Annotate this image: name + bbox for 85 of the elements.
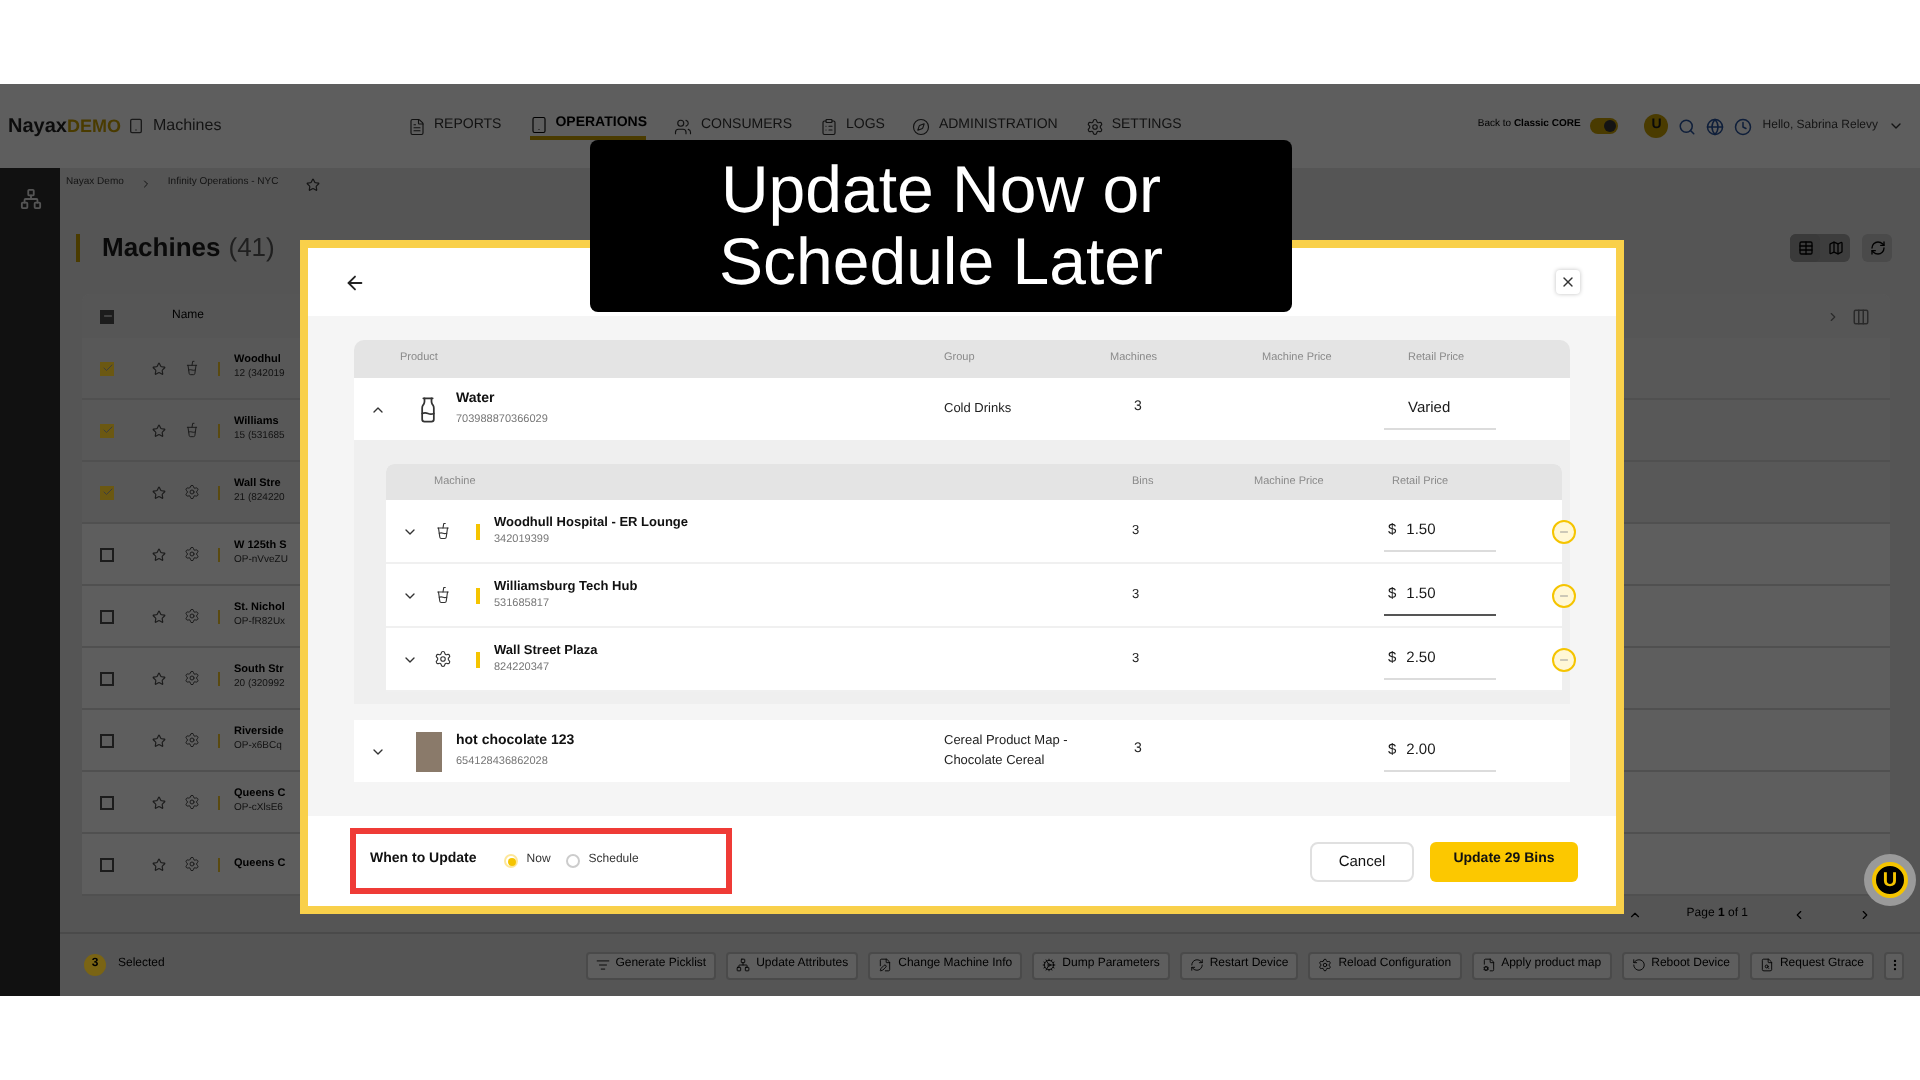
star-icon[interactable] — [152, 547, 166, 561]
star-icon[interactable] — [152, 733, 166, 747]
previous-page-icon[interactable] — [1792, 907, 1806, 921]
back-button[interactable] — [344, 271, 366, 293]
classic-toggle[interactable] — [1590, 118, 1619, 134]
clipboard-icon — [820, 117, 838, 135]
people-icon — [674, 117, 693, 135]
row-checkbox[interactable] — [100, 609, 114, 623]
row-checkbox[interactable] — [100, 485, 114, 499]
document-gear-icon — [1481, 958, 1496, 972]
table-view-button[interactable] — [1790, 233, 1820, 261]
row-checkbox[interactable] — [100, 795, 114, 809]
star-icon[interactable] — [152, 609, 166, 623]
remove-button[interactable] — [1552, 647, 1576, 671]
settings-icon — [1085, 117, 1104, 135]
globe-icon[interactable] — [1706, 117, 1725, 135]
more-button[interactable] — [1884, 951, 1904, 979]
star-icon[interactable] — [152, 795, 166, 809]
row-checkbox[interactable] — [100, 733, 114, 747]
logo-text: NayaxDEMO — [8, 113, 121, 141]
compass-icon — [912, 117, 931, 135]
gear-icon — [184, 794, 200, 810]
search-icon[interactable] — [1678, 117, 1697, 135]
caption-text: Update Now or — [720, 153, 1162, 226]
star-icon[interactable] — [152, 857, 166, 871]
check-icon — [101, 362, 113, 374]
refresh-icon — [1189, 958, 1204, 972]
tablet-icon — [529, 115, 548, 133]
gear-icon — [1318, 958, 1333, 972]
gear-icon — [184, 608, 200, 624]
row-checkbox[interactable] — [100, 361, 114, 375]
gear-icon — [434, 650, 452, 668]
star-icon[interactable] — [152, 423, 166, 437]
clock-icon[interactable] — [1734, 117, 1753, 135]
cup-icon — [184, 360, 200, 376]
remove-button[interactable] — [1552, 519, 1576, 543]
close-icon — [1560, 274, 1576, 290]
caption-text: Schedule Later — [719, 226, 1163, 299]
row-checkbox[interactable] — [100, 547, 114, 561]
row-checkbox[interactable] — [100, 671, 114, 685]
chevron-down-icon[interactable] — [1888, 118, 1904, 134]
cup-icon — [184, 422, 200, 438]
columns-icon[interactable] — [1852, 307, 1870, 325]
network-icon — [736, 958, 751, 972]
gear-icon — [184, 856, 200, 872]
rotate-icon — [1631, 958, 1646, 972]
page-title: Machines — [102, 229, 221, 266]
list-icon — [595, 958, 610, 972]
document-edit-icon — [878, 958, 893, 972]
row-checkbox[interactable] — [100, 857, 114, 871]
gear-icon — [184, 484, 200, 500]
minus-icon — [1558, 589, 1570, 601]
next-page-icon[interactable] — [1858, 907, 1872, 921]
check-icon — [101, 486, 113, 498]
star-icon[interactable] — [306, 177, 321, 191]
select-all-checkbox[interactable] — [100, 309, 114, 323]
row-checkbox[interactable] — [100, 423, 114, 437]
photo-placeholder — [415, 731, 441, 771]
refresh-button[interactable] — [1862, 233, 1892, 261]
cup-icon — [434, 586, 452, 604]
minus-icon — [101, 310, 113, 322]
remove-button[interactable] — [1552, 583, 1576, 607]
document-search-icon — [1759, 958, 1774, 972]
minus-icon — [1558, 525, 1570, 537]
gear-icon — [184, 670, 200, 686]
star-icon[interactable] — [152, 485, 166, 499]
back-arrow-icon — [344, 271, 366, 293]
refresh-icon — [1869, 239, 1885, 255]
minus-icon — [1558, 653, 1570, 665]
map-icon — [1827, 239, 1843, 255]
hierarchy-icon[interactable] — [19, 188, 41, 210]
gear-icon — [184, 732, 200, 748]
cup-icon — [434, 522, 452, 540]
check-icon — [101, 424, 113, 436]
tablet-icon — [128, 118, 145, 134]
gear-icon — [184, 546, 200, 562]
star-icon[interactable] — [152, 671, 166, 685]
chevron-right-icon[interactable] — [1826, 309, 1840, 323]
star-icon[interactable] — [152, 361, 166, 375]
cog-icon — [1042, 958, 1057, 972]
app-name: Machines — [152, 114, 222, 138]
chevron-up-icon[interactable] — [1628, 907, 1643, 921]
table-icon — [1797, 239, 1813, 255]
breadcrumb-separator-icon — [139, 178, 152, 190]
document-icon — [408, 117, 426, 135]
